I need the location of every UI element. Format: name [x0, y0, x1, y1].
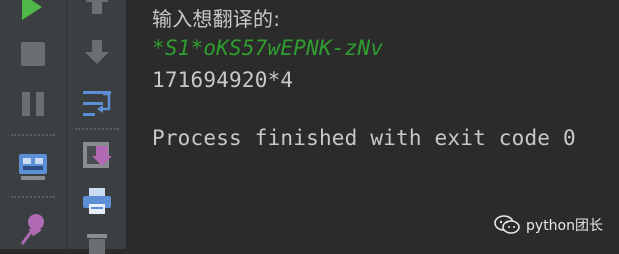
soft-wrap-icon[interactable]: [81, 89, 113, 119]
watermark-label: python团长: [526, 218, 603, 234]
down-arrow-icon[interactable]: [85, 40, 109, 64]
stop-icon[interactable]: [21, 42, 45, 66]
wechat-icon: [494, 215, 520, 234]
run-toolbar: [0, 0, 67, 249]
separator: [11, 196, 55, 198]
separator: [75, 128, 119, 130]
console-user-input-line: *S1*oKS57wEPNK-zNv: [152, 36, 384, 60]
print-icon[interactable]: [81, 186, 113, 216]
console-output[interactable]: 输入想翻译的: *S1*oKS57wEPNK-zNv 171694920*4 P…: [127, 0, 619, 249]
pause-icon[interactable]: [21, 92, 45, 116]
run-icon[interactable]: [20, 0, 44, 20]
console-output-line: 171694920*4: [152, 68, 294, 92]
up-arrow-icon[interactable]: [85, 0, 109, 14]
dump-threads-icon[interactable]: [17, 152, 49, 182]
watermark: python团长: [494, 215, 603, 235]
pin-icon[interactable]: [19, 212, 49, 246]
console-exit-line: Process finished with exit code 0: [152, 126, 576, 150]
separator: [11, 134, 55, 136]
scroll-to-end-icon[interactable]: [81, 140, 113, 170]
delete-icon[interactable]: [83, 234, 111, 254]
console-toolbar: [67, 0, 127, 254]
console-prompt-line: 输入想翻译的:: [152, 7, 281, 31]
